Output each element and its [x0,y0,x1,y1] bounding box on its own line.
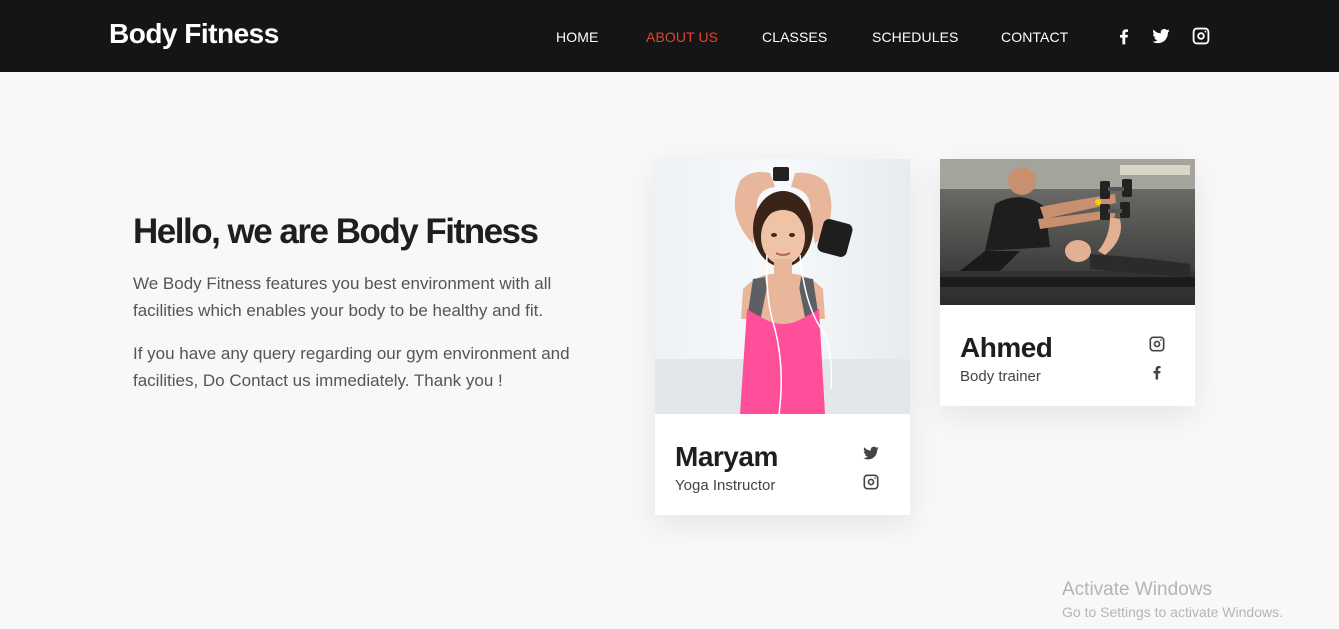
intro-paragraph: If you have any query regarding our gym … [133,344,570,390]
facebook-icon[interactable] [1114,26,1134,46]
facebook-icon[interactable] [1148,363,1166,381]
trainer-photo [940,159,1195,305]
intro-paragraph: We Body Fitness features you best enviro… [133,274,552,320]
nav-contact[interactable]: CONTACT [1001,29,1068,45]
nav-home[interactable]: HOME [556,29,598,45]
page-title: Hello, we are Body Fitness [133,212,539,251]
trainer-name: Maryam [675,441,778,472]
activation-watermark-title: Activate Windows [1062,579,1212,600]
nav-classes[interactable]: CLASSES [762,29,827,45]
instagram-icon[interactable] [1191,26,1211,46]
twitter-icon[interactable] [1151,26,1171,46]
header-social [1114,26,1211,46]
trainer-name: Ahmed [960,332,1053,363]
instagram-icon[interactable] [862,473,880,491]
activation-watermark-subtitle: Go to Settings to activate Windows. [1062,604,1283,620]
nav-about-us[interactable]: ABOUT US [646,29,718,45]
twitter-icon[interactable] [862,444,880,462]
trainer-card-ahmed: Ahmed Body trainer [940,159,1195,406]
trainer-role: Body trainer [960,368,1041,385]
brand-logo[interactable]: Body Fitness [109,18,279,50]
nav-schedules[interactable]: SCHEDULES [872,29,958,45]
trainer-photo [655,159,910,414]
about-intro: Hello, we are Body Fitness We Body Fitne… [133,212,593,394]
instagram-icon[interactable] [1148,335,1166,353]
site-header: Body Fitness HOME ABOUT US CLASSES SCHED… [0,0,1339,72]
trainer-card-maryam: Maryam Yoga Instructor [655,159,910,515]
trainer-role: Yoga Instructor [675,477,776,494]
